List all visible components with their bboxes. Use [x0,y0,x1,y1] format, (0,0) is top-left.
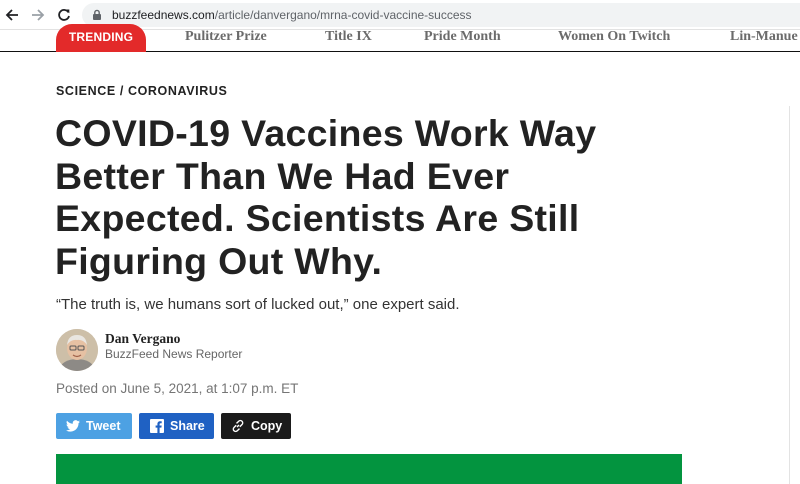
copy-link-button[interactable]: Copy [221,413,291,439]
article-dek: “The truth is, we humans sort of lucked … [56,296,460,313]
forward-arrow-icon [32,9,45,21]
hero-image [56,454,682,484]
headline-line: COVID-19 Vaccines Work Way [55,112,597,154]
lock-icon [93,9,101,20]
facebook-icon [150,419,164,433]
nav-link-pride-month[interactable]: Pride Month [424,29,501,45]
back-button[interactable] [2,5,22,25]
url-text: buzzfeednews.com/article/danvergano/mrna… [112,8,472,22]
facebook-share-label: Share [170,419,205,433]
tweet-label: Tweet [86,419,121,433]
reload-icon [58,9,70,21]
headline-line: Better Than We Had Ever [55,154,510,197]
headline-line: Expected. Scientists Are Still [55,197,580,240]
link-icon [232,419,244,433]
headline-line: Figuring Out Why. [55,240,383,283]
author-avatar[interactable] [56,329,98,371]
nav-link-lin-manuel[interactable]: Lin-Manue [730,29,798,45]
posted-timestamp: Posted on June 5, 2021, at 1:07 p.m. ET [56,381,299,396]
twitter-bird-icon [66,420,80,432]
url-path: /article/danvergano/mrna-covid-vaccine-s… [214,8,472,22]
author-role: BuzzFeed News Reporter [105,347,243,361]
article-headline: COVID-19 Vaccines Work Way Better Than W… [55,112,695,283]
nav-link-women-on-twitch[interactable]: Women On Twitch [558,29,670,45]
facebook-share-button[interactable]: Share [139,413,214,439]
trending-tab[interactable]: TRENDING [56,24,146,52]
forward-button[interactable] [28,5,48,25]
author-photo [56,329,98,371]
tweet-button[interactable]: Tweet [56,413,132,439]
sidebar-divider [789,106,790,484]
nav-link-pulitzer-prize[interactable]: Pulitzer Prize [185,29,267,45]
section-breadcrumb[interactable]: SCIENCE / CORONAVIRUS [56,84,227,98]
nav-link-title-ix[interactable]: Title IX [325,29,372,45]
address-bar[interactable]: buzzfeednews.com/article/danvergano/mrna… [82,3,800,27]
reload-button[interactable] [54,5,74,25]
copy-link-label: Copy [251,419,283,433]
url-domain: buzzfeednews.com [112,8,215,22]
back-arrow-icon [5,9,18,21]
author-name[interactable]: Dan Vergano [105,331,180,347]
